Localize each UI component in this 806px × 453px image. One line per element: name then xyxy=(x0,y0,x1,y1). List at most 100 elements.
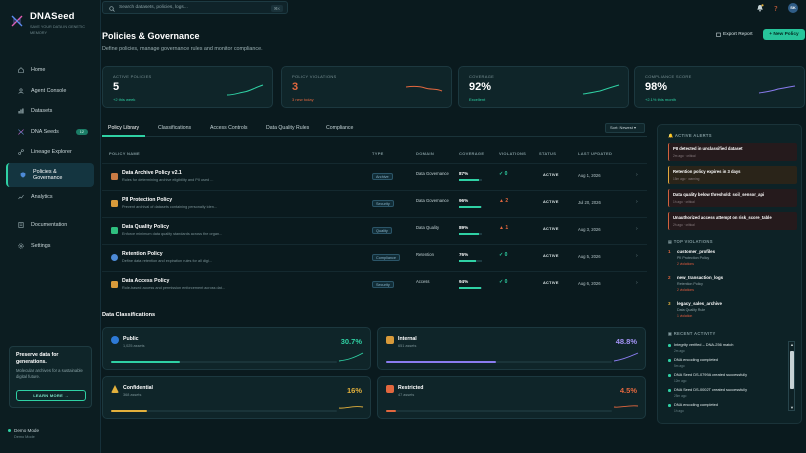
export-report-button[interactable]: Export Report xyxy=(713,29,759,40)
table-row[interactable]: Data Quality Policy Enforce minimum data… xyxy=(102,217,647,244)
status-badge: ACTIVE xyxy=(543,200,559,204)
sidebar-item-datasets[interactable]: Datasets xyxy=(6,101,94,122)
alert-item[interactable]: Retention policy expires in 3 days 15m a… xyxy=(668,166,797,184)
alert-item[interactable]: Data quality below threshold: soil_senso… xyxy=(668,189,797,207)
violations-count: ✓ 0 xyxy=(499,171,508,177)
top-icons: ? SK xyxy=(756,3,798,13)
domain-text: Data Governance xyxy=(416,171,449,176)
search-input[interactable]: Search datasets, policies, logs... ⌘K xyxy=(102,1,288,14)
sidebar-item-home[interactable]: Home xyxy=(6,60,94,81)
shield-icon xyxy=(20,171,26,178)
classification-percent: 4.5% xyxy=(619,386,637,395)
promo-description: Molecular archives for a sustainable dig… xyxy=(16,368,83,379)
sidebar-item-policies-governance[interactable]: Policies & Governance xyxy=(6,162,94,187)
page-title: Policies & Governance xyxy=(102,31,200,41)
classification-percent: 30.7% xyxy=(340,337,362,346)
row-menu-icon[interactable]: › xyxy=(636,172,638,178)
policy-name: PII Protection Policy xyxy=(122,197,173,203)
coverage-bar xyxy=(459,179,482,181)
agent-icon xyxy=(18,88,24,94)
sidebar-item-agent-console[interactable]: Agent Console xyxy=(6,81,94,102)
coverage-bar xyxy=(459,260,482,262)
row-menu-icon[interactable]: › xyxy=(636,280,638,286)
policy-name: Retention Policy xyxy=(122,251,163,257)
last-updated: Aug 5, 2026 xyxy=(578,254,601,259)
new-policy-button[interactable]: + New Policy xyxy=(763,29,805,40)
tab-data-quality-rules[interactable]: Data Quality Rules xyxy=(266,125,309,131)
status-badge: ACTIVE xyxy=(543,173,559,177)
sidebar-item-settings[interactable]: Settings xyxy=(6,236,94,257)
brand-tagline: SAVE YOUR DATA IN GENETIC MEMORY xyxy=(30,25,85,35)
table-row[interactable]: PII Protection Policy Prevent archival o… xyxy=(102,190,647,217)
column-header[interactable]: LAST UPDATED xyxy=(578,151,612,156)
coverage-value: 87% xyxy=(459,171,469,176)
scroll-up-icon[interactable]: ▲ xyxy=(790,342,794,347)
last-updated: Aug 3, 2026 xyxy=(578,227,601,232)
alert-text: Retention policy expires in 3 days xyxy=(673,169,741,174)
status-badge: ACTIVE xyxy=(543,227,559,231)
classification-name: Internal xyxy=(398,336,417,342)
alert-item[interactable]: PII detected in unclassified dataset 2m … xyxy=(668,143,797,161)
classification-card-public[interactable]: Public 1,025 assets 30.7% xyxy=(102,327,371,370)
warning-icon xyxy=(111,385,119,393)
scroll-down-icon[interactable]: ▼ xyxy=(790,405,794,410)
violations-count: ✓ 0 xyxy=(499,279,508,285)
avatar[interactable]: SK xyxy=(788,3,798,13)
classification-bar xyxy=(386,361,612,363)
activity-scrollbar[interactable]: ▲ ▼ xyxy=(788,341,795,411)
policy-description: Define data retention and expiration rul… xyxy=(122,259,212,263)
search-icon xyxy=(109,5,115,12)
sparkline xyxy=(338,352,364,362)
demo-mode-toggle[interactable]: Demo Mode Demo Mode xyxy=(8,428,39,439)
column-header[interactable]: TYPE xyxy=(372,151,384,156)
classification-bar xyxy=(386,410,612,412)
tab-classifications[interactable]: Classifications xyxy=(158,125,191,131)
sidebar-item-analytics[interactable]: Analytics xyxy=(6,187,94,208)
sidebar-item-documentation[interactable]: Documentation xyxy=(6,215,94,236)
alert-icon: 🔔 xyxy=(668,133,675,138)
sort-dropdown[interactable]: Sort: Newest ▾ xyxy=(605,123,645,133)
status-badge: ACTIVE xyxy=(543,281,559,285)
svg-text:?: ? xyxy=(774,5,778,12)
coverage-bar xyxy=(459,206,482,208)
classification-card-confidential[interactable]: Confidential 368 assets 16% xyxy=(102,376,371,419)
row-menu-icon[interactable]: › xyxy=(636,253,638,259)
bell-icon[interactable] xyxy=(756,4,764,12)
classification-card-internal[interactable]: Internal 651 assets 48.8% xyxy=(377,327,646,370)
activity-time: 5m ago xyxy=(674,364,685,368)
stat-value: 3 xyxy=(292,81,299,93)
alert-item[interactable]: Unauthorized access attempt on risk_scor… xyxy=(668,212,797,230)
sparkline xyxy=(226,84,264,96)
building-icon xyxy=(386,336,394,344)
sidebar-item-label: Lineage Explorer xyxy=(31,149,72,156)
column-header[interactable]: VIOLATIONS xyxy=(499,151,526,156)
sidebar-item-dna-seeds[interactable]: DNA Seeds 12 xyxy=(6,122,94,143)
tab-compliance[interactable]: Compliance xyxy=(326,125,353,131)
table-row[interactable]: Data Access Policy Role-based access and… xyxy=(102,271,647,298)
status-dot xyxy=(668,359,671,362)
learn-more-button[interactable]: LEARN MORE → xyxy=(16,390,86,401)
policy-name: Data Quality Policy xyxy=(122,224,169,230)
help-icon[interactable]: ? xyxy=(772,4,780,12)
sidebar-item-lineage-explorer[interactable]: Lineage Explorer xyxy=(6,142,94,163)
status-dot xyxy=(668,404,671,407)
row-menu-icon[interactable]: › xyxy=(636,199,638,205)
stat-value: 98% xyxy=(645,81,668,93)
activity-time: 1h ago xyxy=(674,409,684,413)
column-header[interactable]: STATUS xyxy=(539,151,556,156)
table-row[interactable]: Retention Policy Define data retention a… xyxy=(102,244,647,271)
classification-card-restricted[interactable]: Restricted 47 assets 4.5% xyxy=(377,376,646,419)
tab-policy-library[interactable]: Policy Library xyxy=(108,125,139,131)
status-badge: ACTIVE xyxy=(543,254,559,258)
promo-title: Preserve data for generations. xyxy=(16,352,59,365)
right-panel: 🔔 ACTIVE ALERTS PII detected in unclassi… xyxy=(657,124,802,424)
column-header[interactable]: DOMAIN xyxy=(416,151,434,156)
policy-name: Data Access Policy xyxy=(122,278,170,284)
column-header[interactable]: POLICY NAME xyxy=(109,151,140,156)
column-header[interactable]: COVERAGE xyxy=(459,151,484,156)
scrollbar-thumb[interactable] xyxy=(790,351,794,389)
tab-access-controls[interactable]: Access Controls xyxy=(210,125,247,131)
row-menu-icon[interactable]: › xyxy=(636,226,638,232)
brand[interactable]: DNASeed SAVE YOUR DATA IN GENETIC MEMORY xyxy=(10,10,100,40)
table-row[interactable]: Data Archive Policy v2.1 Rules for deter… xyxy=(102,163,647,190)
